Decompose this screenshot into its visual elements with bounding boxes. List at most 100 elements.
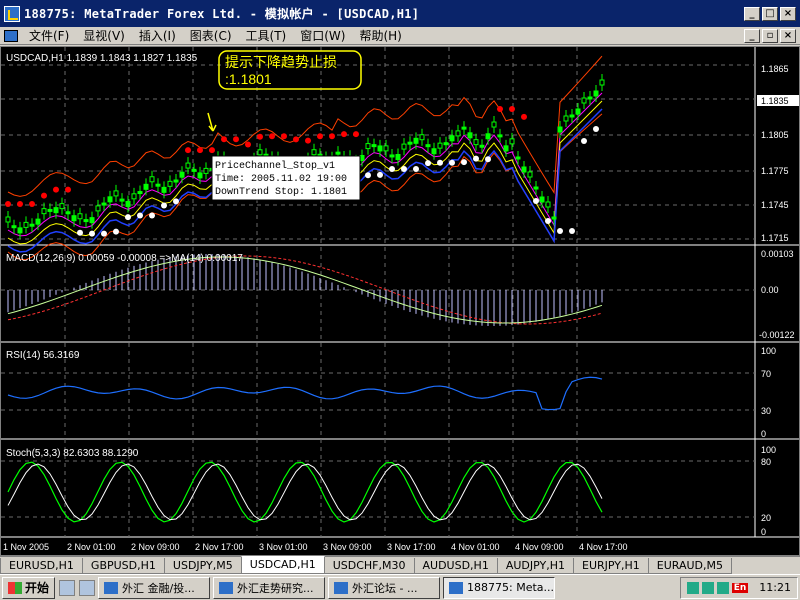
child-close-button[interactable]: × [780,28,796,43]
candle [431,148,437,155]
candle [389,154,395,158]
candle [455,130,461,137]
annotation-text: 提示下降趋势止损:1.1801 [225,54,337,87]
child-minimize-button[interactable]: _ [744,28,760,43]
candle [473,139,479,146]
menu-window[interactable]: 窗口(W) [293,27,352,44]
stop-dot-red [269,133,275,140]
maximize-button[interactable]: □ [762,6,778,21]
stop-dot-white [545,218,551,224]
menu-tools[interactable]: 工具(T) [239,27,294,44]
candle [17,227,23,234]
menu-file[interactable]: 文件(F) [22,27,76,44]
rsi-header: RSI(14) 56.3169 [6,350,80,361]
volume-icon[interactable] [716,581,729,594]
quicklaunch-icon[interactable] [79,579,96,596]
candle [143,183,149,190]
tab-gbpusd-h1[interactable]: GBPUSD,H1 [81,558,165,574]
start-button[interactable]: 开始 [2,576,56,599]
menu-help[interactable]: 帮助(H) [352,27,408,44]
tab-usdcad-h1[interactable]: USDCAD,H1 [240,556,325,574]
child-restore-button[interactable]: ▫ [762,28,778,43]
candle [137,191,143,195]
stop-dot-red [185,147,191,154]
minimize-button[interactable]: _ [744,6,760,21]
candle [527,171,533,178]
stop-dot-white [473,155,479,162]
stop-dot-white [365,172,371,179]
macd-label: -0.00122 [759,330,795,340]
stop-dot-white [581,138,587,144]
stop-dot-white [533,198,539,204]
task-button[interactable]: 外汇论坛 - ... [328,576,441,599]
candle [581,97,587,104]
price-label: 1.1775 [761,166,789,176]
stop-dot-white [137,212,143,219]
candle [395,153,401,160]
signal-arrow-icon [207,112,217,132]
tab-euraud-m5[interactable]: EURAUD,M5 [647,558,733,574]
candle [449,135,455,142]
stop-dot-red [497,106,503,113]
stop-dot-red [17,201,23,207]
network-icon[interactable] [686,581,699,594]
stop-dot-white [593,126,599,132]
menu-charts[interactable]: 图表(C) [183,27,239,44]
document-icon[interactable] [4,29,18,42]
stop-dot-white [425,160,431,167]
stop-dot-red [53,186,59,193]
language-indicator[interactable]: En [731,582,749,593]
task-button-metatrader[interactable]: 188775: Meta... [443,576,556,599]
candle [89,217,95,224]
stop-dot-white [569,228,575,234]
close-button[interactable]: × [780,6,796,21]
tab-eurusd-h1[interactable]: EURUSD,H1 [0,558,83,574]
stop-dot-white [449,159,455,166]
time-label: 4 Nov 09:00 [515,542,564,552]
menu-view[interactable]: 显视(V) [76,27,132,44]
stop-dot-white [89,230,95,237]
task-button[interactable]: 外汇 金融/投... [98,576,211,599]
tab-eurjpy-h1[interactable]: EURJPY,H1 [573,558,649,574]
stop-dot-red [281,133,287,140]
start-label: 开始 [25,581,50,595]
tooltip-line-3: DownTrend Stop: 1.1801 [215,186,347,198]
time-label: 2 Nov 09:00 [131,542,180,552]
time-label: 4 Nov 01:00 [451,542,500,552]
tab-usdjpy-m5[interactable]: USDJPY,M5 [163,558,242,574]
candle [545,201,551,208]
candle [173,179,179,183]
candle [557,126,563,133]
candle [113,190,119,197]
stop-dot-white [125,214,131,221]
chart-canvas[interactable]: USDCAD,H1 1.1839 1.1843 1.1827 1.1835 提示… [1,47,799,555]
candle [335,151,341,155]
candle [41,208,47,215]
metatrader-icon [449,581,464,594]
candle [479,144,485,148]
candle [125,200,131,207]
time-label: 1 Nov 2005 [3,542,49,552]
stoch-label: 100 [761,445,776,455]
candle [383,145,389,152]
candle [401,143,407,150]
stop-dot-white [77,229,83,236]
price-label: 1.1805 [761,130,789,140]
metatrader-icon [4,5,20,22]
tray-app-icon[interactable] [701,581,714,594]
tab-usdchf-m30[interactable]: USDCHF,M30 [323,558,415,574]
stop-dot-white [401,165,407,172]
task-button[interactable]: 外汇走势研究... [213,576,326,599]
menu-insert[interactable]: 插入(I) [132,27,183,44]
stop-dot-red [521,113,527,120]
stop-dot-red [245,141,251,148]
stop-dot-red [257,133,263,140]
ie-icon [219,581,234,594]
quicklaunch-icon[interactable] [59,579,76,596]
candle [179,171,185,178]
stop-dot-white [413,165,419,172]
chart-workspace[interactable]: USDCAD,H1 1.1839 1.1843 1.1827 1.1835 提示… [0,46,800,556]
tab-audusd-h1[interactable]: AUDUSD,H1 [413,558,498,574]
candle [149,176,155,183]
tab-audjpy-h1[interactable]: AUDJPY,H1 [496,558,574,574]
